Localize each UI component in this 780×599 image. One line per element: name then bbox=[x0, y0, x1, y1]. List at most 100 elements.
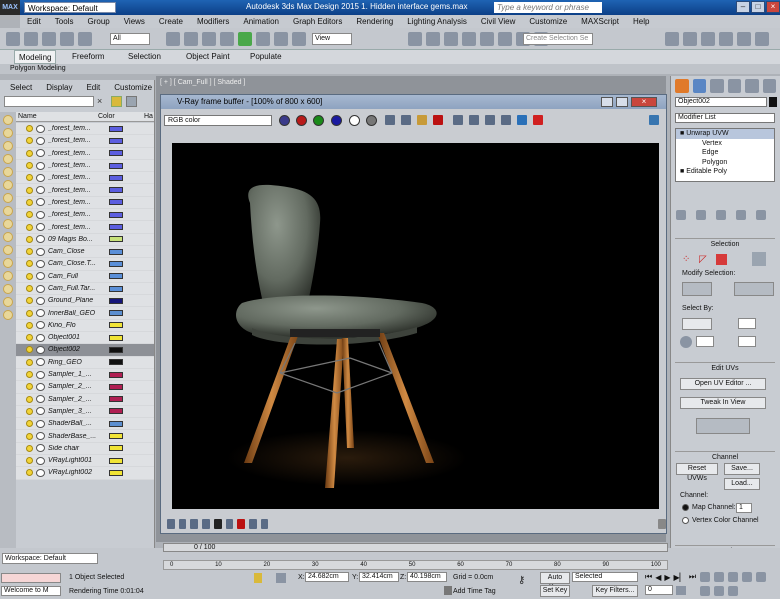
named-selection-sets-dropdown[interactable]: Create Selection Se bbox=[523, 33, 593, 45]
visibility-icon[interactable] bbox=[36, 345, 45, 354]
visibility-icon[interactable] bbox=[36, 149, 45, 158]
go-to-end-icon[interactable]: ⏭ bbox=[689, 572, 696, 582]
scene-object-row[interactable]: Cam_Close bbox=[16, 245, 154, 259]
auto-key-button[interactable]: Auto Key bbox=[540, 572, 570, 591]
maximize-button[interactable]: □ bbox=[751, 1, 765, 13]
time-slider[interactable]: 0 / 100 bbox=[163, 543, 668, 552]
menu-graph-editors[interactable]: Graph Editors bbox=[286, 15, 349, 28]
y-coordinate-field[interactable]: 32.414cm bbox=[359, 572, 399, 582]
object-color-swatch[interactable] bbox=[109, 420, 123, 427]
vfb-color-correction-icon[interactable] bbox=[178, 519, 187, 529]
object-color-swatch[interactable] bbox=[109, 408, 123, 415]
vfb-lut-icon[interactable] bbox=[248, 519, 257, 529]
zoom-extents-all-icon[interactable] bbox=[742, 572, 752, 582]
filter-hidden-icon[interactable] bbox=[3, 258, 13, 268]
field-of-view-icon[interactable] bbox=[756, 572, 766, 582]
scene-object-row[interactable]: Sampler_2_... bbox=[16, 381, 154, 394]
previous-frame-icon[interactable]: ◀ bbox=[655, 573, 661, 582]
key-filters-button[interactable]: Key Filters... bbox=[592, 585, 638, 597]
scene-object-row[interactable]: Cam_Close.T... bbox=[16, 258, 154, 271]
loop-ring-buttons[interactable] bbox=[734, 282, 774, 296]
visibility-icon[interactable] bbox=[36, 223, 45, 232]
scene-object-row[interactable]: Cam_Full bbox=[16, 270, 154, 283]
vfb-curves-icon[interactable] bbox=[213, 519, 222, 529]
unlink-icon[interactable] bbox=[60, 32, 74, 46]
invert-display-icon[interactable] bbox=[3, 297, 13, 307]
select-by-name-icon[interactable] bbox=[184, 32, 199, 46]
manipulate-icon[interactable] bbox=[426, 32, 441, 46]
filter-spacewarps-icon[interactable] bbox=[3, 180, 13, 190]
vfb-channel-dropdown[interactable]: RGB color bbox=[164, 115, 272, 126]
quick-peel-buttons[interactable] bbox=[696, 418, 750, 434]
menu-maxscript[interactable]: MAXScript bbox=[574, 15, 626, 28]
workspace-dropdown[interactable]: Workspace: Default bbox=[24, 2, 116, 13]
scene-menu-edit[interactable]: Edit bbox=[86, 83, 100, 92]
vfb-history-icon[interactable] bbox=[167, 519, 175, 529]
lightbulb-icon[interactable] bbox=[26, 395, 33, 403]
display-options-icon[interactable] bbox=[126, 96, 137, 107]
vertex-select-icon[interactable]: ⁘ bbox=[682, 254, 694, 266]
stack-item-polygon[interactable]: Polygon bbox=[676, 158, 774, 168]
scene-menu-customize[interactable]: Customize bbox=[114, 83, 152, 92]
visibility-icon[interactable] bbox=[36, 395, 45, 404]
scene-object-row[interactable]: _forest_tem... bbox=[16, 209, 154, 222]
vfb-maximize-button[interactable] bbox=[616, 97, 628, 107]
display-all-icon[interactable] bbox=[3, 271, 13, 281]
stack-item-unwrap[interactable]: ■ Unwrap UVW bbox=[676, 129, 774, 139]
hierarchy-tab-icon[interactable] bbox=[710, 79, 724, 93]
scene-object-row[interactable]: _forest_tem... bbox=[16, 147, 154, 160]
curve-editor-icon[interactable] bbox=[736, 32, 751, 46]
duplicate-vfb-icon[interactable] bbox=[469, 115, 479, 125]
percent-snap-icon[interactable] bbox=[498, 32, 513, 46]
object-color-swatch[interactable] bbox=[109, 187, 123, 194]
lightbulb-icon[interactable] bbox=[26, 407, 33, 415]
bottom-workspace-dropdown[interactable]: Workspace: Default bbox=[2, 553, 98, 564]
lightbulb-icon[interactable] bbox=[26, 248, 33, 256]
remove-modifier-icon[interactable] bbox=[736, 210, 746, 220]
visibility-icon[interactable] bbox=[36, 321, 45, 330]
time-tag-icon[interactable] bbox=[444, 586, 452, 595]
lightbulb-icon[interactable] bbox=[26, 371, 33, 379]
map-channel-radio[interactable] bbox=[682, 504, 689, 511]
object-name-field[interactable]: Object002 bbox=[675, 97, 767, 107]
menu-tools[interactable]: Tools bbox=[48, 15, 81, 28]
vfb-minimize-button[interactable] bbox=[601, 97, 613, 107]
column-extra[interactable]: Ha bbox=[144, 113, 153, 120]
key-selection-dropdown[interactable]: Selected bbox=[572, 572, 638, 582]
selection-filter-dropdown[interactable]: All bbox=[110, 33, 150, 45]
lock-selection-icon[interactable] bbox=[254, 573, 262, 583]
lightbulb-icon[interactable] bbox=[26, 211, 33, 219]
threshold-spinner[interactable] bbox=[738, 318, 756, 329]
scene-object-row[interactable]: _forest_tem... bbox=[16, 159, 154, 173]
visibility-icon[interactable] bbox=[36, 259, 45, 268]
visibility-icon[interactable] bbox=[36, 333, 45, 342]
menu-animation[interactable]: Animation bbox=[236, 15, 286, 28]
object-color-swatch[interactable] bbox=[109, 199, 123, 206]
teapot-render-icon[interactable] bbox=[485, 115, 495, 125]
scene-object-row[interactable]: Object002 bbox=[16, 344, 154, 357]
smoothing-spinner[interactable] bbox=[696, 336, 714, 347]
object-color-swatch[interactable] bbox=[109, 310, 123, 317]
load-uvw-button[interactable]: Load... bbox=[724, 478, 760, 490]
filter-xrefs-icon[interactable] bbox=[3, 206, 13, 216]
menu-group[interactable]: Group bbox=[80, 15, 116, 28]
menu-create[interactable]: Create bbox=[152, 15, 190, 28]
close-button[interactable]: × bbox=[766, 1, 780, 13]
next-frame-icon[interactable]: ▶▏ bbox=[674, 573, 686, 582]
clear-image-icon[interactable] bbox=[433, 115, 443, 125]
tweak-in-view-button[interactable]: Tweak In View bbox=[680, 397, 766, 409]
lightbulb-icon[interactable] bbox=[26, 334, 33, 342]
go-to-start-icon[interactable]: ⏮ bbox=[645, 572, 652, 582]
alpha-channel-icon[interactable] bbox=[349, 115, 360, 126]
polygon-select-icon[interactable] bbox=[716, 254, 727, 265]
red-channel-icon[interactable] bbox=[296, 115, 307, 126]
material-id-spinner[interactable] bbox=[738, 336, 756, 347]
visibility-icon[interactable] bbox=[36, 370, 45, 379]
scene-object-row[interactable]: Object001 bbox=[16, 332, 154, 345]
scene-menu-display[interactable]: Display bbox=[46, 83, 72, 92]
scene-object-row[interactable]: Sampler_3_... bbox=[16, 405, 154, 419]
menu-customize[interactable]: Customize bbox=[522, 15, 574, 28]
play-icon[interactable]: ▶ bbox=[664, 573, 670, 582]
scene-object-row[interactable]: Kino_Flo bbox=[16, 319, 154, 333]
object-color-swatch[interactable] bbox=[109, 285, 123, 292]
